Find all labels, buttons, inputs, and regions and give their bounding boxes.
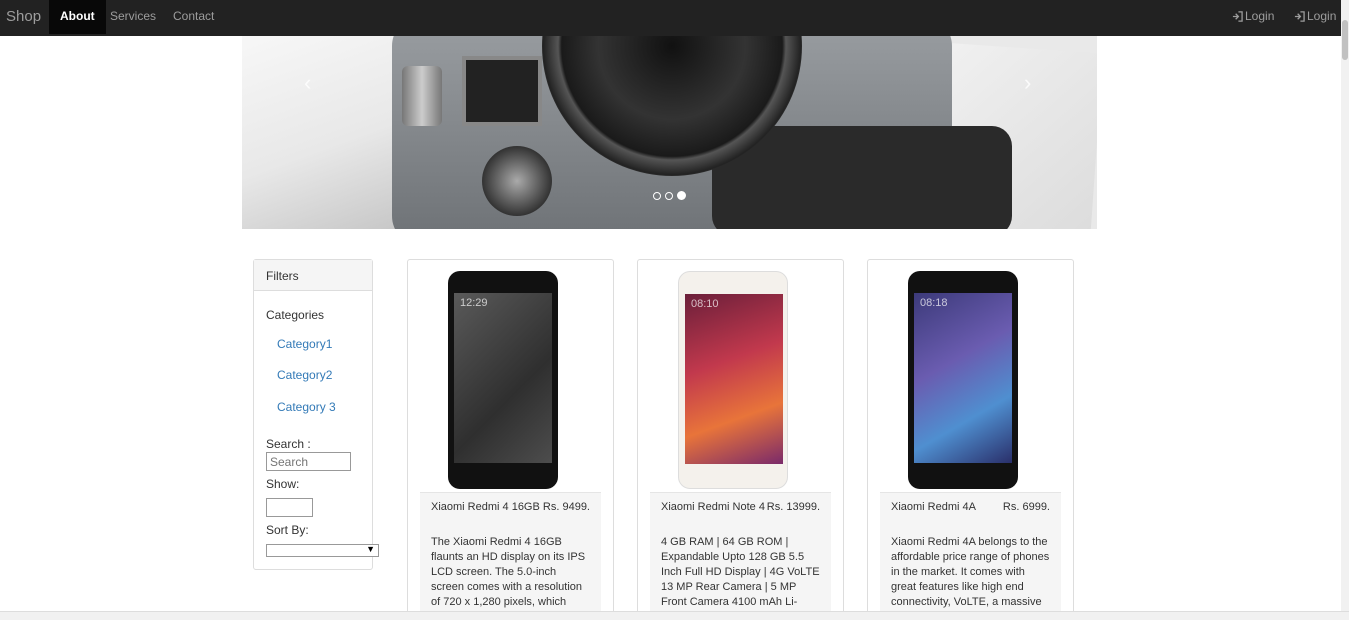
login-label: Login (1245, 9, 1275, 23)
carousel-dot-active[interactable] (677, 191, 686, 200)
sort-label: Sort By: (266, 523, 309, 537)
dropdown-arrow-icon: ▼ (366, 544, 375, 554)
phone-clock: 08:10 (691, 298, 719, 310)
login-link-2[interactable]: Login (1294, 0, 1336, 32)
phone-screen: 08:18 (914, 293, 1012, 463)
scrollbar-thumb[interactable] (1342, 20, 1348, 60)
show-input[interactable] (266, 498, 313, 517)
nav-about[interactable]: About (49, 0, 106, 34)
filters-title: Filters (254, 260, 372, 291)
product-price: Rs. 6999. (1002, 501, 1050, 513)
product-image: 08:18 (880, 266, 1061, 492)
show-label: Show: (266, 477, 300, 491)
product-price: Rs. 9499. (542, 501, 590, 513)
login-label: Login (1307, 9, 1337, 23)
image-carousel: ‹ › (242, 36, 1097, 229)
brand-logo[interactable]: Shop (6, 8, 41, 25)
login-icon (1294, 10, 1305, 22)
product-price: Rs. 13999. (766, 501, 820, 513)
product-description: Xiaomi Redmi 4A belongs to the affordabl… (891, 536, 1050, 618)
carousel-next-arrow[interactable]: › (1024, 70, 1031, 96)
search-input[interactable] (266, 452, 351, 471)
sort-select[interactable]: ▼ (266, 544, 379, 557)
product-name: Xiaomi Redmi 4 16GB (431, 501, 540, 513)
phone-screen: 08:10 (685, 294, 783, 464)
product-caption: Xiaomi Redmi 4A Rs. 6999. Xiaomi Redmi 4A… (880, 492, 1061, 618)
login-link-1[interactable]: Login (1232, 0, 1274, 32)
product-image: 12:29 (420, 266, 601, 492)
product-caption: Xiaomi Redmi 4 16GB Rs. 9499. The Xiaomi … (420, 492, 601, 618)
phone-screen: 12:29 (454, 293, 552, 463)
product-card[interactable]: 08:18 Xiaomi Redmi 4A Rs. 6999. Xiaomi Re… (867, 259, 1074, 619)
product-caption: Xiaomi Redmi Note 4 Rs. 13999. 4 GB RAM |… (650, 492, 831, 618)
navbar: Shop About Services Contact Login Login (0, 0, 1349, 36)
product-card[interactable]: 12:29 Xiaomi Redmi 4 16GB Rs. 9499. The X… (407, 259, 614, 619)
camera-dial (482, 146, 552, 216)
carousel-prev-arrow[interactable]: ‹ (304, 70, 311, 96)
product-description: 4 GB RAM | 64 GB ROM | Expandable Upto 1… (661, 536, 820, 618)
carousel-dot[interactable] (653, 192, 661, 200)
search-label: Search : (266, 437, 311, 451)
nav-services[interactable]: Services (99, 0, 167, 34)
carousel-dot[interactable] (665, 192, 673, 200)
phone-clock: 08:18 (920, 297, 948, 309)
product-description: The Xiaomi Redmi 4 16GB flaunts an HD di… (431, 536, 586, 618)
horizontal-scrollbar[interactable] (0, 611, 1349, 620)
phone-clock: 12:29 (460, 297, 488, 309)
filters-panel: Filters Categories Category1 Category2 C… (253, 259, 379, 570)
categories-title: Categories (266, 308, 325, 322)
phone-image: 08:10 (678, 271, 788, 489)
product-image: 08:10 (650, 266, 831, 492)
phone-image: 08:18 (908, 271, 1018, 489)
category-link-3[interactable]: Category 3 (277, 400, 336, 414)
product-name: Xiaomi Redmi 4A (891, 501, 976, 513)
camera-knob (402, 66, 442, 126)
category-link-2[interactable]: Category2 (277, 368, 332, 382)
product-card[interactable]: 08:10 Xiaomi Redmi Note 4 Rs. 13999. 4 GB… (637, 259, 844, 619)
camera-viewfinder (462, 56, 542, 126)
vertical-scrollbar[interactable] (1341, 0, 1349, 620)
category-link-1[interactable]: Category1 (277, 337, 332, 351)
login-icon (1232, 10, 1243, 22)
nav-contact[interactable]: Contact (162, 0, 225, 34)
carousel-indicators (653, 191, 686, 200)
phone-image: 12:29 (448, 271, 558, 489)
product-name: Xiaomi Redmi Note 4 (661, 501, 765, 513)
